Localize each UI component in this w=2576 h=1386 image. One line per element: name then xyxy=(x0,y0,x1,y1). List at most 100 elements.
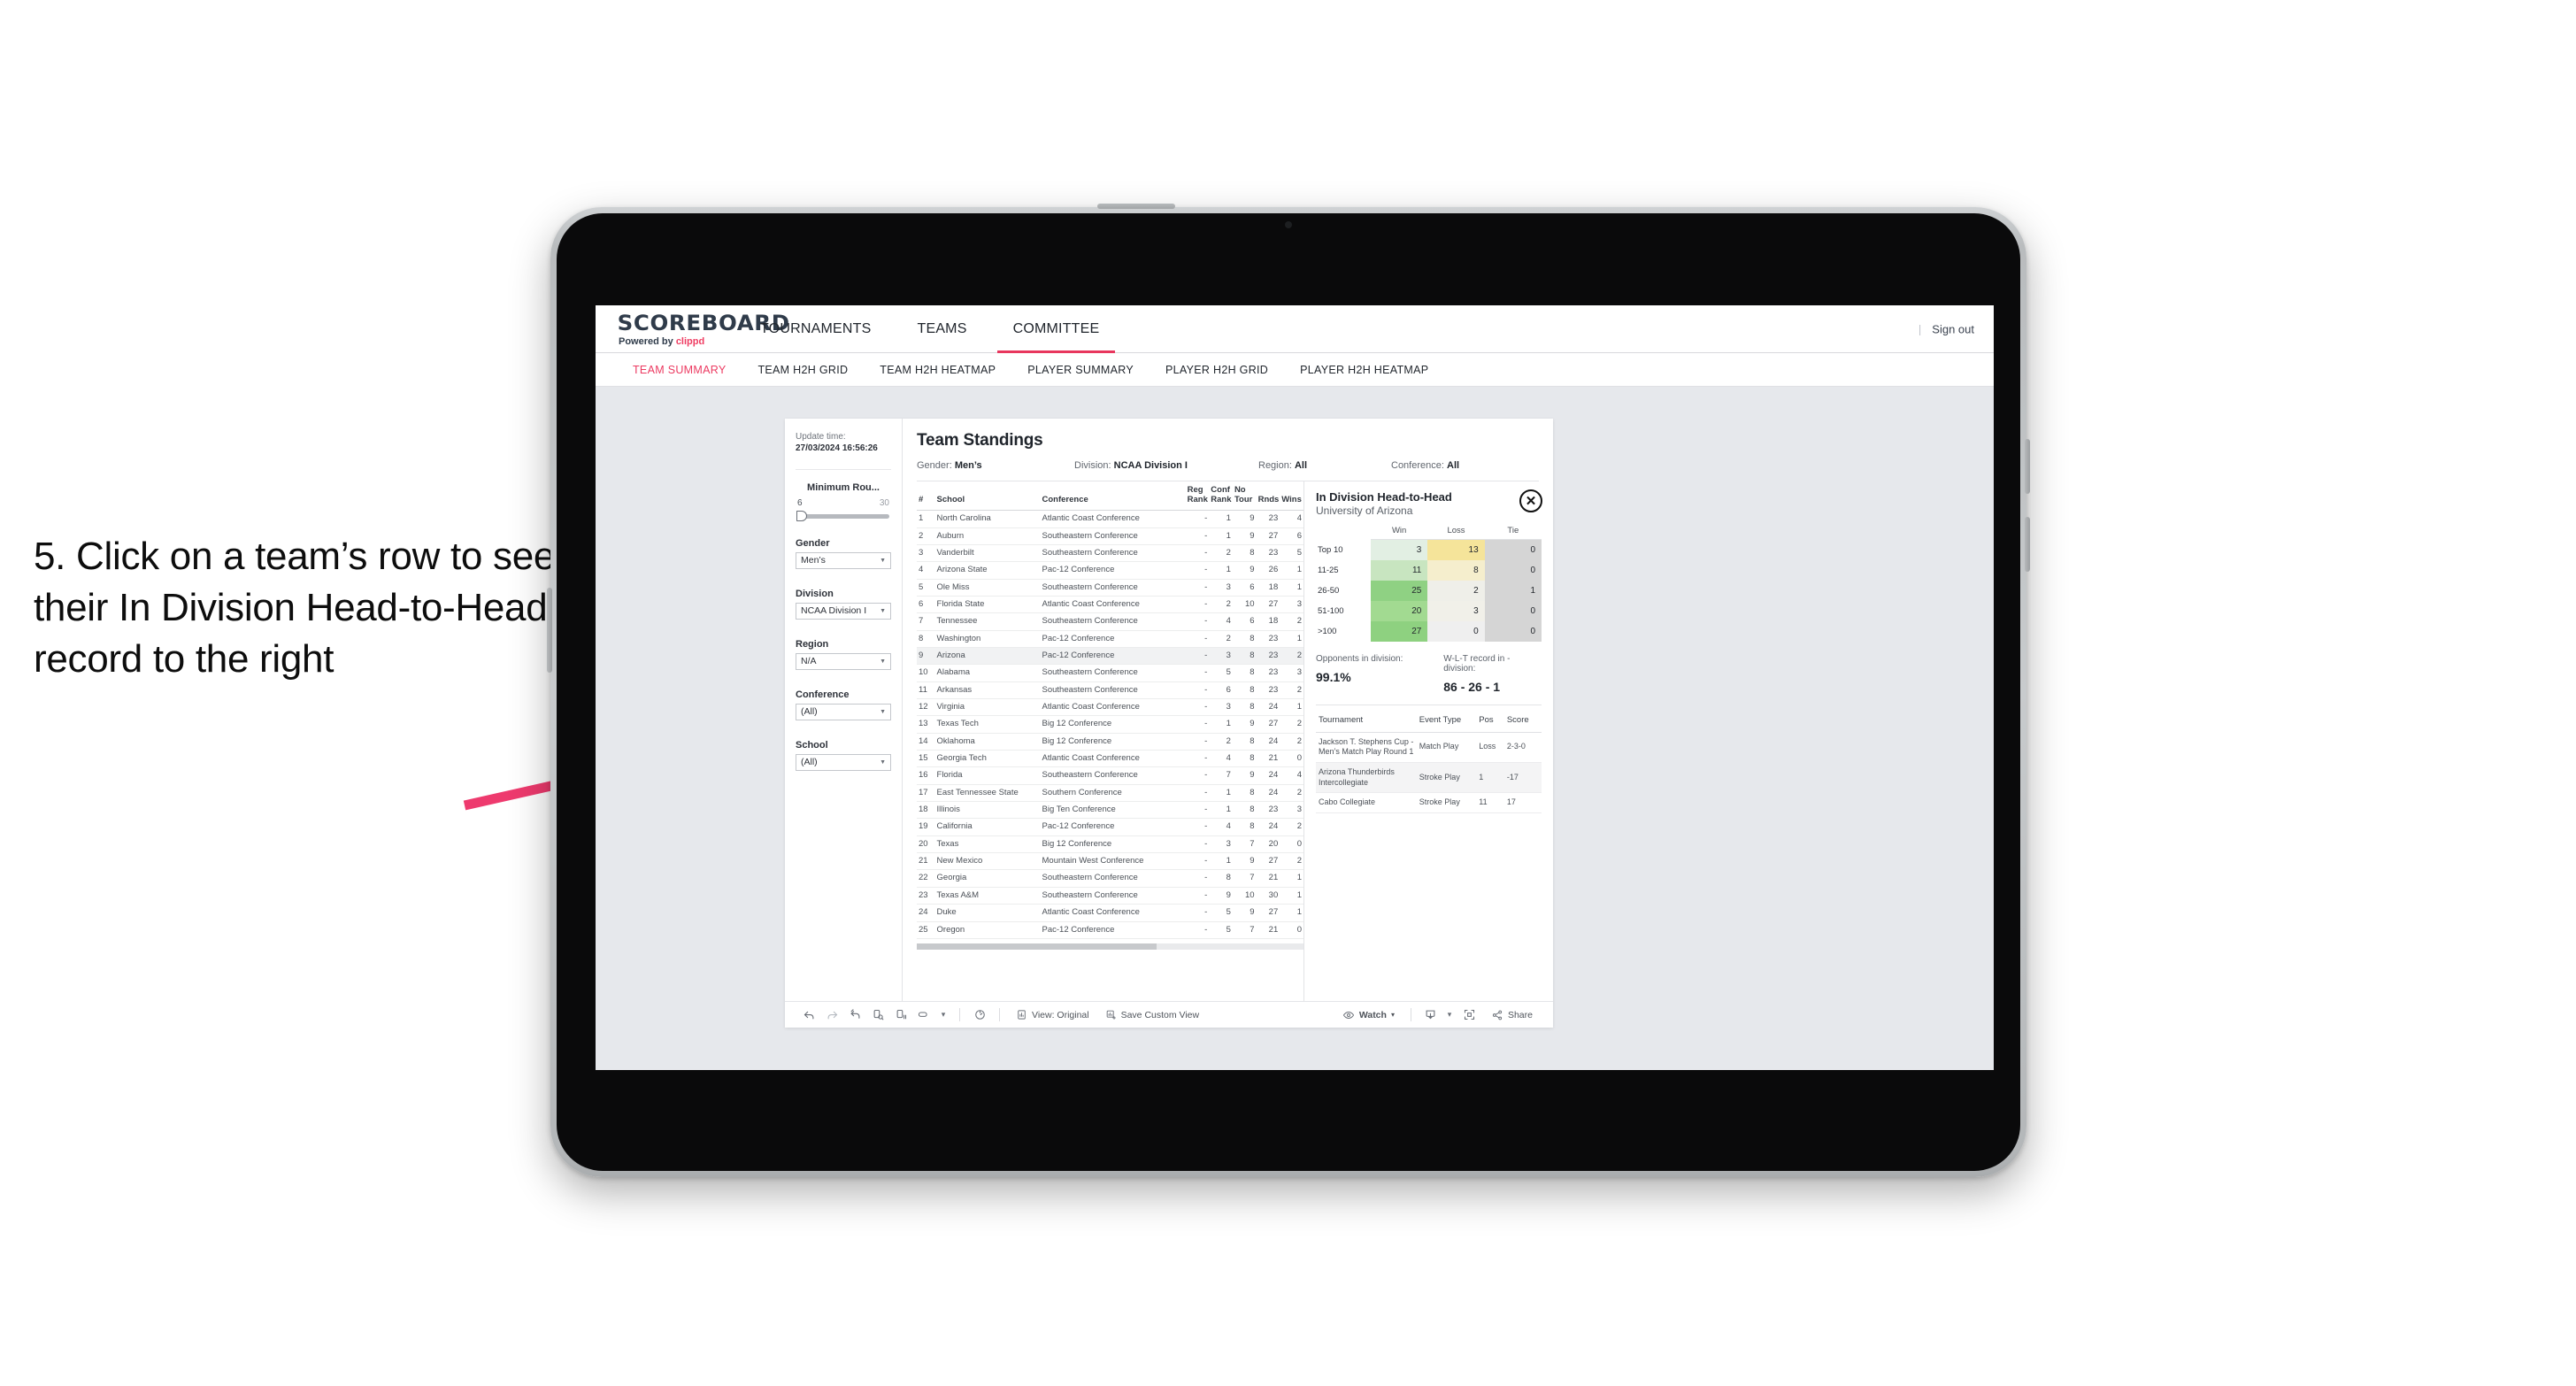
col-school[interactable]: School xyxy=(934,481,1041,512)
cell-no-tour: 10 xyxy=(1232,596,1257,614)
table-row[interactable]: 22 Georgia Southeastern Conference -8 7 21 1 xyxy=(917,869,1303,888)
h2h-bucket-label: >100 xyxy=(1318,626,1337,636)
table-row[interactable]: 2 Auburn Southeastern Conference -1 9 27 6 xyxy=(917,527,1303,545)
table-row[interactable]: 10 Alabama Southeastern Conference -5 8 23 3 xyxy=(917,664,1303,682)
download-icon[interactable] xyxy=(1419,1008,1442,1021)
table-row[interactable]: 3 Vanderbilt Southeastern Conference -2 8 23 5 xyxy=(917,544,1303,563)
filter-conference-select[interactable]: (All) ▼ xyxy=(796,703,891,720)
table-row[interactable]: 6 Florida State Atlantic Coast Conference -… xyxy=(917,596,1303,614)
tournament-row[interactable]: Cabo Collegiate Stroke Play 11 17 xyxy=(1316,792,1542,813)
cell-rnds: 21 xyxy=(1256,750,1280,768)
h2h-row: 11-25 11 8 0 xyxy=(1316,559,1542,581)
cell-rank: 16 xyxy=(917,766,935,785)
fullscreen-icon[interactable] xyxy=(1457,1008,1483,1021)
cell-rnds: 18 xyxy=(1256,612,1280,631)
filter-gender-select[interactable]: Men’s ▼ xyxy=(796,551,891,569)
table-row[interactable]: 16 Florida Southeastern Conference -7 9 24 4 xyxy=(917,766,1303,785)
table-row[interactable]: 11 Arkansas Southeastern Conference -6 8 23 2 xyxy=(917,681,1303,700)
filter-school-select[interactable]: (All) ▼ xyxy=(796,753,891,771)
cell-conference: Southeastern Conference xyxy=(1040,766,1186,785)
col-reg-rank[interactable]: Reg Rank xyxy=(1185,481,1210,512)
table-row[interactable]: 24 Duke Atlantic Coast Conference -5 9 27 1 xyxy=(917,904,1303,922)
save-custom-view-button[interactable]: Save Custom View xyxy=(1097,1009,1208,1020)
col-rank[interactable]: # xyxy=(917,481,935,512)
table-row[interactable]: 21 New Mexico Mountain West Conference -1 9 2… xyxy=(917,852,1303,871)
cell-conf-rank: 2 xyxy=(1209,733,1233,751)
h2h-row: Top 10 3 13 0 xyxy=(1316,539,1542,560)
refresh-data-icon[interactable] xyxy=(866,1008,889,1021)
filter-region-select[interactable]: N/A ▼ xyxy=(796,652,891,670)
table-row[interactable]: 5 Ole Miss Southeastern Conference -3 6 18 1 xyxy=(917,579,1303,597)
cell-rank: 24 xyxy=(917,904,935,922)
alert-icon[interactable] xyxy=(968,1008,991,1021)
table-row[interactable]: 9 Arizona Pac-12 Conference -3 8 23 2 xyxy=(917,647,1303,666)
table-row[interactable]: 4 Arizona State Pac-12 Conference -1 9 26 1 xyxy=(917,561,1303,580)
custom-views-caret-icon[interactable]: ▾ xyxy=(935,1010,951,1020)
revert-icon[interactable] xyxy=(843,1008,866,1021)
tab-player-summary[interactable]: PLAYER SUMMARY xyxy=(1011,364,1150,376)
tab-team-h2h-heatmap[interactable]: TEAM H2H HEATMAP xyxy=(864,364,1011,376)
nav-item-tournaments[interactable]: TOURNAMENTS xyxy=(737,305,894,352)
download-caret-icon[interactable]: ▾ xyxy=(1442,1010,1457,1020)
sign-out-link[interactable]: Sign out xyxy=(1932,322,1974,335)
front-camera-icon xyxy=(1285,221,1292,228)
table-row[interactable]: 15 Georgia Tech Atlantic Coast Conference -… xyxy=(917,750,1303,768)
tournament-row[interactable]: Jackson T. Stephens Cup - Men’s Match Pl… xyxy=(1316,732,1542,763)
table-row[interactable]: 7 Tennessee Southeastern Conference -4 6 18 2 xyxy=(917,612,1303,631)
cell-conference: Southeastern Conference xyxy=(1040,579,1186,597)
tab-team-h2h-grid[interactable]: TEAM H2H GRID xyxy=(742,364,864,376)
app-logo[interactable]: SCOREBOARD Powered by clippd xyxy=(596,311,789,347)
cell-school: Washington xyxy=(934,630,1041,649)
cell-conference: Big 12 Conference xyxy=(1040,835,1186,854)
table-row[interactable]: 18 Illinois Big Ten Conference -1 8 23 3 xyxy=(917,801,1303,820)
cell-conf-rank: 3 xyxy=(1209,647,1233,666)
slider-handle[interactable] xyxy=(796,511,807,521)
view-original-button[interactable]: View: Original xyxy=(1008,1009,1097,1020)
table-row[interactable]: 19 California Pac-12 Conference -4 8 24 2 xyxy=(917,818,1303,836)
cell-rnds: 23 xyxy=(1256,801,1280,820)
power-button[interactable] xyxy=(1097,204,1175,209)
col-conference[interactable]: Conference xyxy=(1040,481,1186,512)
meta-gender-value: Men’s xyxy=(954,460,982,471)
cell-rank: 3 xyxy=(917,544,935,563)
pause-autoupdate-icon[interactable] xyxy=(889,1008,912,1021)
undo-icon[interactable] xyxy=(797,1008,820,1021)
h2h-row: >100 27 0 0 xyxy=(1316,620,1542,642)
col-rnds[interactable]: Rnds xyxy=(1256,481,1280,512)
table-row[interactable]: 13 Texas Tech Big 12 Conference -1 9 27 2 xyxy=(917,715,1303,734)
scrollbar-thumb[interactable] xyxy=(917,943,1157,950)
nav-item-committee[interactable]: COMMITTEE xyxy=(990,305,1123,353)
watch-button[interactable]: Watch ▾ xyxy=(1334,1009,1403,1021)
custom-views-icon[interactable] xyxy=(912,1008,935,1021)
table-row[interactable]: 1 North Carolina Atlantic Coast Conference… xyxy=(917,510,1303,528)
filter-division-select[interactable]: NCAA Division I ▼ xyxy=(796,602,891,620)
table-row[interactable]: 17 East Tennessee State Southern Conferenc… xyxy=(917,784,1303,803)
col-wins[interactable]: Wins xyxy=(1280,481,1303,512)
table-row[interactable]: 23 Texas A&M Southeastern Conference -9 10 30… xyxy=(917,887,1303,905)
table-row[interactable]: 14 Oklahoma Big 12 Conference -2 8 24 2 xyxy=(917,733,1303,751)
cell-reg-rank: - xyxy=(1185,630,1210,649)
nav-item-teams[interactable]: TEAMS xyxy=(894,305,989,352)
cell-rank: 13 xyxy=(917,715,935,734)
table-row[interactable]: 25 Oregon Pac-12 Conference -5 7 21 0 xyxy=(917,921,1303,939)
tab-player-h2h-grid[interactable]: PLAYER H2H GRID xyxy=(1150,364,1284,376)
horizontal-scrollbar[interactable] xyxy=(917,943,1303,950)
table-row[interactable]: 12 Virginia Atlantic Coast Conference -3 8 24… xyxy=(917,698,1303,717)
filter-division-label: Division xyxy=(796,588,834,599)
table-row[interactable]: 20 Texas Big 12 Conference -3 7 20 0 xyxy=(917,835,1303,854)
share-button[interactable]: Share xyxy=(1483,1009,1541,1021)
close-icon[interactable]: ✕ xyxy=(1519,489,1542,512)
h2h-cell-tie: 1 xyxy=(1484,580,1542,601)
col-conf-rank[interactable]: Conf Rank xyxy=(1209,481,1233,512)
cell-conference: Atlantic Coast Conference xyxy=(1040,750,1186,768)
minimum-rounds-slider[interactable] xyxy=(796,511,889,521)
tournament-row[interactable]: Arizona Thunderbirds Intercollegiate Stro… xyxy=(1316,762,1542,794)
tournament-table-body: Jackson T. Stephens Cup - Men’s Match Pl… xyxy=(1316,732,1542,813)
table-row[interactable]: 8 Washington Pac-12 Conference -2 8 23 1 xyxy=(917,630,1303,649)
volume-down-button[interactable] xyxy=(2025,517,2030,572)
tab-player-h2h-heatmap[interactable]: PLAYER H2H HEATMAP xyxy=(1284,364,1444,376)
tab-team-summary[interactable]: TEAM SUMMARY xyxy=(617,364,742,376)
redo-icon[interactable] xyxy=(820,1008,843,1021)
volume-up-button[interactable] xyxy=(2025,439,2030,494)
col-no-tour[interactable]: No Tour xyxy=(1232,481,1257,512)
